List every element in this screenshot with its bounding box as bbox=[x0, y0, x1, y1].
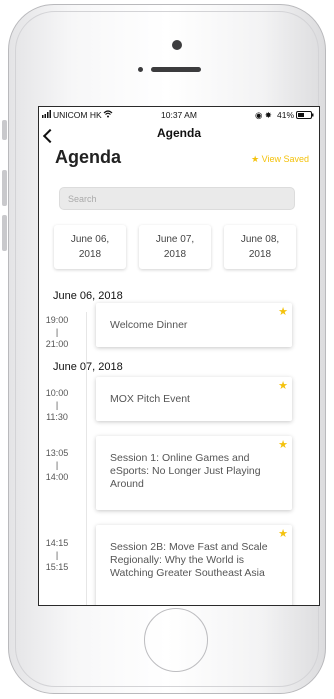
volume-down-button bbox=[2, 215, 7, 251]
star-icon[interactable]: ★ bbox=[278, 380, 288, 393]
battery-icon bbox=[296, 111, 314, 121]
status-time: 10:37 AM bbox=[161, 110, 197, 120]
event-time: 19:00 | 21:00 bbox=[43, 314, 71, 350]
view-saved-link[interactable]: ★ View Saved bbox=[251, 154, 309, 165]
earpiece-speaker bbox=[151, 67, 201, 72]
rotation-lock-icon: ◉ ✸ bbox=[255, 110, 272, 120]
app-screen: UNICOM HK 10:37 AM ◉ ✸ 41% Agenda Agenda… bbox=[38, 106, 320, 606]
volume-up-button bbox=[2, 170, 7, 206]
event-title: Welcome Dinner bbox=[110, 319, 188, 331]
event-card-welcome-dinner[interactable]: Welcome Dinner ★ bbox=[96, 303, 292, 347]
search-input[interactable]: Search bbox=[59, 187, 295, 210]
event-time: 14:15 | 15:15 bbox=[43, 537, 71, 573]
section-date: June 07, 2018 bbox=[53, 361, 123, 373]
event-time-separator: | bbox=[55, 550, 59, 560]
event-start: 10:00 bbox=[45, 388, 69, 398]
tab-year-line: 2018 bbox=[163, 249, 187, 260]
page-title: Agenda bbox=[55, 147, 122, 167]
event-end: 14:00 bbox=[45, 472, 69, 482]
event-card-session-2b[interactable]: Session 2B: Move Fast and Scale Regional… bbox=[96, 525, 292, 605]
event-time-separator: | bbox=[55, 400, 59, 410]
front-camera bbox=[172, 40, 182, 50]
event-end: 21:00 bbox=[45, 339, 69, 349]
wifi-icon bbox=[103, 110, 113, 120]
event-title: MOX Pitch Event bbox=[110, 393, 190, 405]
tab-june-06[interactable]: June 06, 2018 bbox=[54, 225, 126, 269]
star-icon[interactable]: ★ bbox=[278, 306, 288, 319]
carrier-label: UNICOM HK bbox=[53, 110, 102, 120]
event-start: 19:00 bbox=[45, 315, 69, 325]
nav-bar: Agenda bbox=[39, 123, 319, 145]
date-tabs: June 06, 2018 June 07, 2018 June 08, 201… bbox=[54, 225, 297, 269]
event-start: 13:05 bbox=[45, 448, 69, 458]
nav-title: Agenda bbox=[156, 126, 201, 140]
tab-year-line: 2018 bbox=[248, 249, 272, 260]
star-icon[interactable]: ★ bbox=[278, 528, 288, 541]
event-card-mox-pitch[interactable]: MOX Pitch Event ★ bbox=[96, 377, 292, 421]
event-card-session-1[interactable]: Session 1: Online Games and eSports: No … bbox=[96, 436, 292, 510]
tab-year-line: 2018 bbox=[78, 249, 102, 260]
home-button[interactable] bbox=[144, 608, 208, 672]
tab-date-line: June 06, bbox=[70, 234, 110, 245]
tab-date-line: June 08, bbox=[240, 234, 280, 245]
event-title: Session 2B: Move Fast and Scale Regional… bbox=[110, 541, 268, 579]
sensor bbox=[138, 67, 143, 72]
signal-icon bbox=[42, 110, 52, 120]
timeline-divider bbox=[86, 312, 87, 605]
tab-june-08[interactable]: June 08, 2018 bbox=[224, 225, 296, 269]
event-end: 15:15 bbox=[45, 562, 69, 572]
mute-switch bbox=[2, 120, 7, 140]
star-icon[interactable]: ★ bbox=[278, 439, 288, 452]
section-date: June 06, 2018 bbox=[53, 290, 123, 302]
event-time-separator: | bbox=[55, 327, 59, 337]
tab-date-line: June 07, bbox=[155, 234, 195, 245]
event-title: Session 1: Online Games and eSports: No … bbox=[110, 452, 261, 490]
event-start: 14:15 bbox=[45, 538, 69, 548]
tab-june-07[interactable]: June 07, 2018 bbox=[139, 225, 211, 269]
status-bar: UNICOM HK 10:37 AM ◉ ✸ 41% bbox=[39, 107, 319, 123]
event-time-separator: | bbox=[55, 460, 59, 470]
event-time: 13:05 | 14:00 bbox=[43, 447, 71, 483]
battery-percent: 41% bbox=[277, 110, 295, 120]
event-time: 10:00 | 11:30 bbox=[43, 387, 71, 423]
event-end: 11:30 bbox=[46, 412, 68, 422]
search-placeholder: Search bbox=[68, 194, 97, 204]
